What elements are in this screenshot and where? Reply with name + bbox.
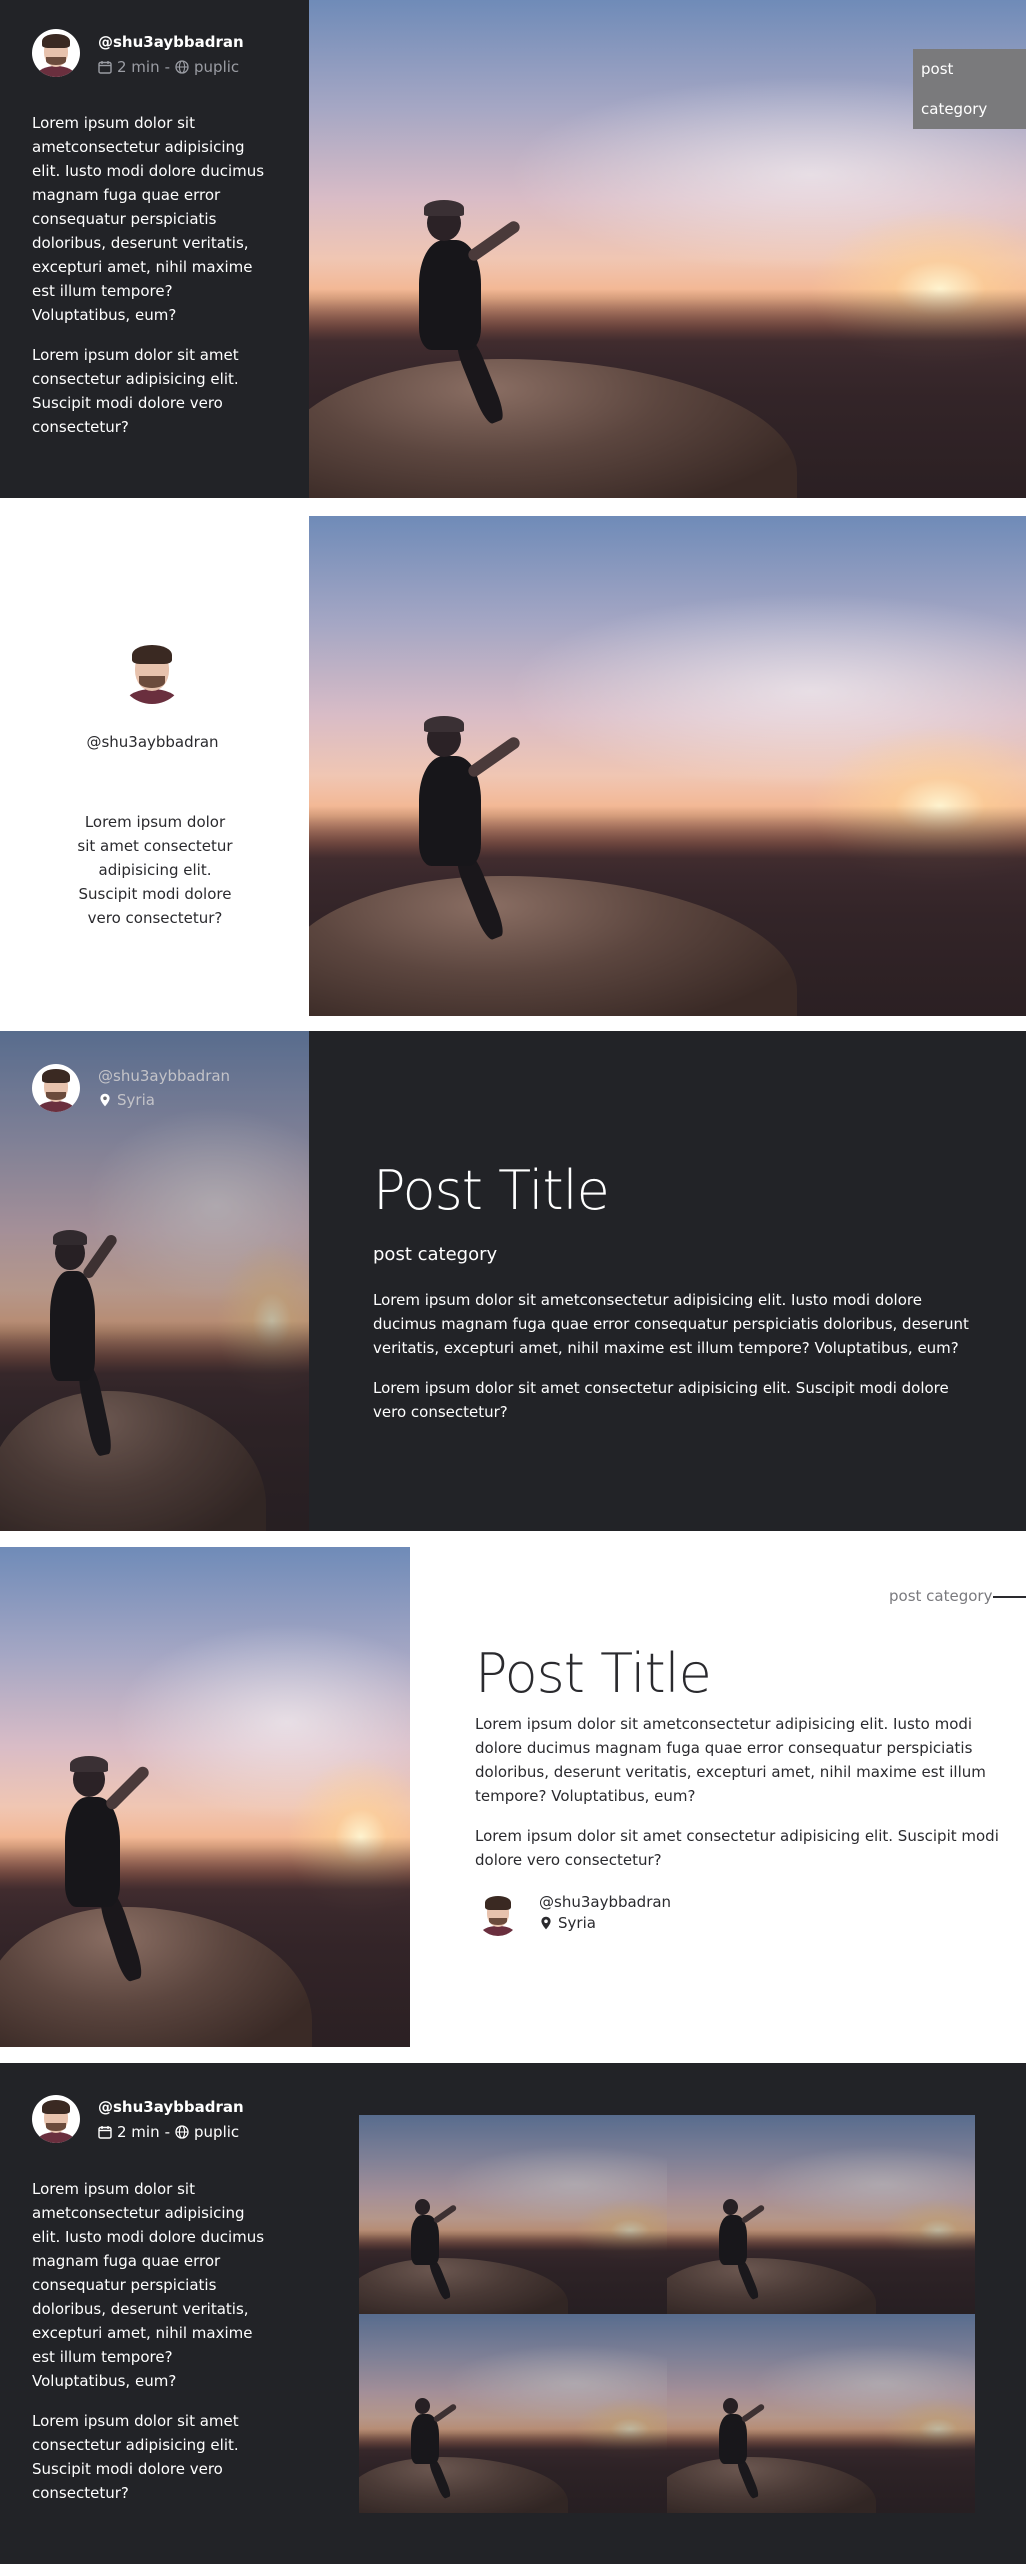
location: Syria <box>539 1914 596 1932</box>
username[interactable]: @shu3aybbadran <box>98 2098 244 2116</box>
post-title[interactable]: Post Title <box>373 1159 610 1222</box>
meta-separator: - <box>164 2123 171 2141</box>
post-body-paragraph: Lorem ipsum dolor sit ametconsectetur ad… <box>475 1715 986 1805</box>
username[interactable]: @shu3aybbadran <box>98 33 244 51</box>
post-category[interactable]: post category <box>889 1584 992 1608</box>
post-meta: 2 min - puplic <box>98 2123 239 2141</box>
globe-icon <box>175 60 189 74</box>
post-meta: 2 min - puplic <box>98 58 239 76</box>
image-gallery <box>359 2115 975 2513</box>
post-card-1: @shu3aybbadran 2 min - puplic Lorem ipsu… <box>0 0 1026 498</box>
gallery-image[interactable] <box>667 2314 975 2513</box>
post-image[interactable] <box>309 516 1026 1016</box>
post-body-paragraph: Lorem ipsum dolor sit amet consectetur a… <box>32 2412 239 2502</box>
calendar-icon <box>98 61 112 74</box>
post-body-paragraph: Lorem ipsum dolor sit amet consectetur a… <box>475 1827 999 1869</box>
post-body-paragraph: Lorem ipsum dolor sit amet consectetur a… <box>77 813 233 927</box>
post-body-paragraph: Lorem ipsum dolor sit ametconsectetur ad… <box>32 2180 265 2390</box>
post-body-paragraph: Lorem ipsum dolor sit ametconsectetur ad… <box>373 1291 969 1357</box>
gallery-image[interactable] <box>667 2115 975 2314</box>
map-marker-icon <box>541 1916 551 1930</box>
post-card-5: @shu3aybbadran 2 min - puplic Lorem ipsu… <box>0 2063 1026 2564</box>
avatar[interactable] <box>476 1892 520 1936</box>
post-category-badge[interactable]: post category <box>913 49 1026 129</box>
avatar[interactable] <box>32 29 80 77</box>
username[interactable]: @shu3aybbadran <box>539 1890 671 1914</box>
read-time: 2 min <box>117 2123 160 2141</box>
gallery-image[interactable] <box>359 2314 667 2513</box>
map-marker-icon <box>100 1093 110 1107</box>
location: Syria <box>98 1091 155 1109</box>
calendar-icon <box>98 2126 112 2139</box>
avatar[interactable] <box>32 2095 80 2143</box>
read-time: 2 min <box>117 58 160 76</box>
post-category[interactable]: post category <box>373 1243 497 1267</box>
post-body-paragraph: Lorem ipsum dolor sit amet consectetur a… <box>373 1379 949 1421</box>
visibility-label: puplic <box>194 58 240 76</box>
meta-separator: - <box>164 58 171 76</box>
category-divider <box>993 1596 1026 1598</box>
visibility-label: puplic <box>194 2123 240 2141</box>
gallery-image[interactable] <box>359 2115 667 2314</box>
post-card-4: post category Post Title Lorem ipsum dol… <box>0 1547 1026 2047</box>
avatar[interactable] <box>32 1064 80 1112</box>
globe-icon <box>175 2125 189 2139</box>
post-card-3: @shu3aybbadran Syria Post Title post cat… <box>0 1031 1026 1531</box>
post-body-paragraph: Lorem ipsum dolor sit ametconsectetur ad… <box>32 114 265 324</box>
post-title[interactable]: Post Title <box>475 1642 712 1705</box>
username[interactable]: @shu3aybbadran <box>98 1067 230 1085</box>
location-label: Syria <box>558 1914 596 1932</box>
username[interactable]: @shu3aybbadran <box>60 730 245 754</box>
post-image[interactable] <box>0 1547 410 2047</box>
post-body-paragraph: Lorem ipsum dolor sit amet consectetur a… <box>32 346 239 436</box>
avatar[interactable] <box>119 638 185 704</box>
post-card-2: @shu3aybbadran Lorem ipsum dolor sit ame… <box>0 514 1026 1016</box>
location-label: Syria <box>117 1091 155 1109</box>
